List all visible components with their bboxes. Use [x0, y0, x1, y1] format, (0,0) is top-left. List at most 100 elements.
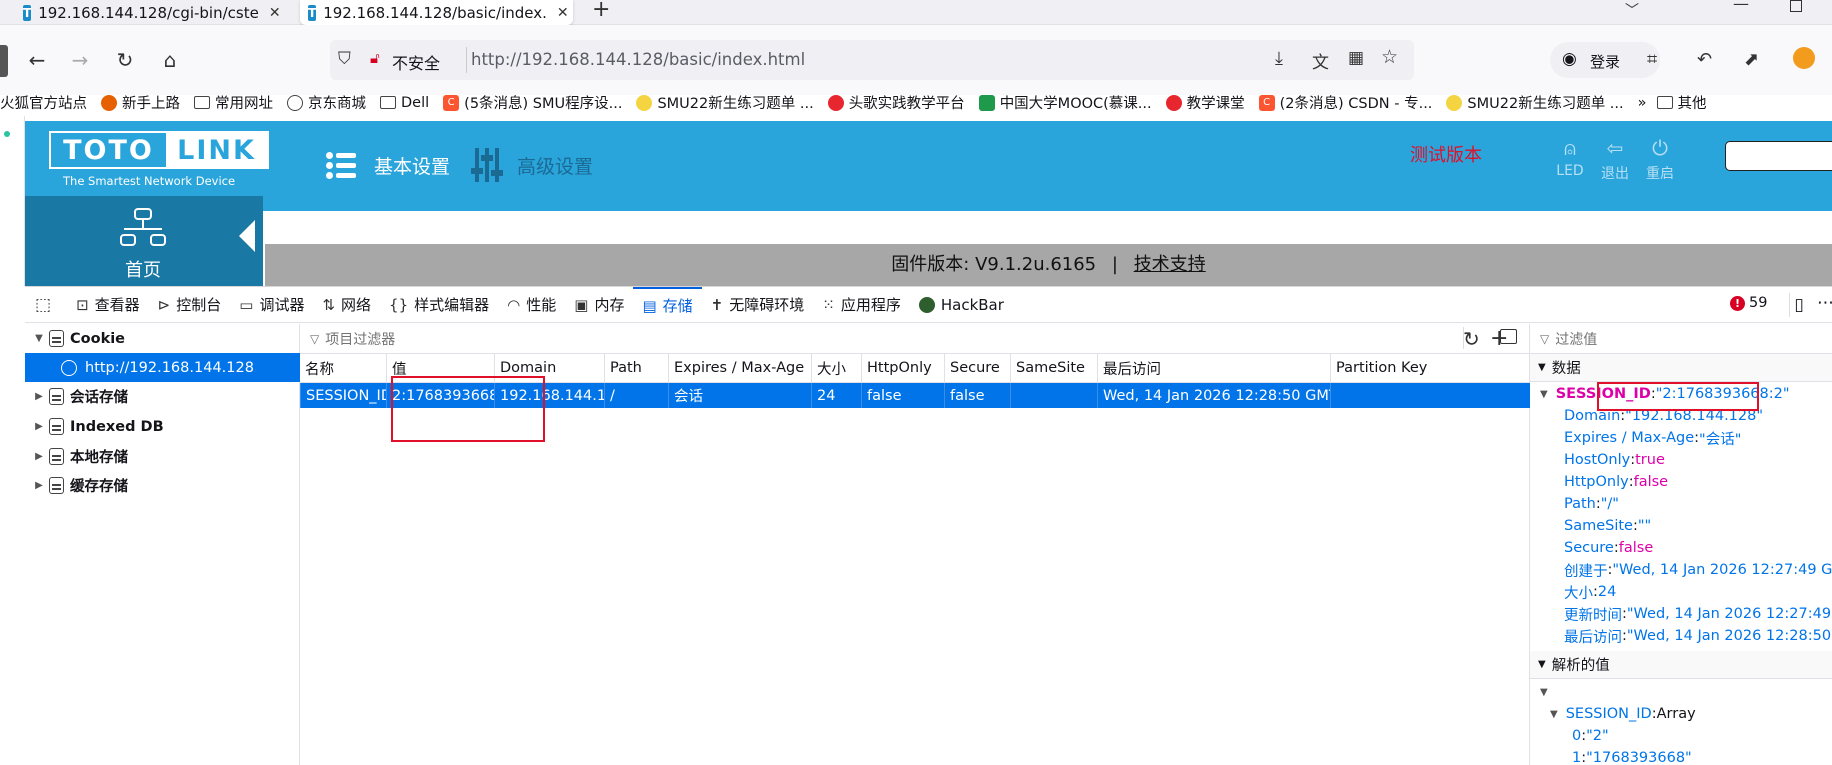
security-label[interactable]: 不安全: [392, 50, 440, 74]
error-icon[interactable]: !: [1730, 296, 1745, 311]
forward-icon[interactable]: →: [67, 47, 93, 73]
detail-row[interactable]: 大小:24: [1564, 581, 1616, 603]
bookmark-item[interactable]: 头歌实践教学平台: [827, 92, 965, 113]
tab-inspector[interactable]: ⊡ 查看器: [67, 287, 149, 323]
browser-tab-cgi[interactable]: T 192.168.144.128/cgi-bin/cste ✕: [15, 0, 288, 25]
error-count[interactable]: 59: [1749, 295, 1767, 311]
detail-row[interactable]: HostOnly: true: [1564, 449, 1665, 471]
cell-path[interactable]: /: [604, 383, 668, 408]
bookmark-item[interactable]: SMU22新生练习题单 ...: [636, 92, 814, 113]
parsed-session-row[interactable]: ▼ SESSION_ID: Array: [1550, 703, 1696, 725]
column-header[interactable]: Partition Key: [1330, 354, 1530, 382]
collapsed-triangle-icon[interactable]: ▶: [29, 480, 49, 491]
bookmark-item[interactable]: 新手上路: [101, 92, 180, 113]
column-header[interactable]: Expires / Max-Age: [668, 354, 811, 382]
totolink-logo[interactable]: TOTO LINK The Smartest Network Device: [49, 131, 269, 193]
minimize-icon[interactable]: —: [1733, 0, 1749, 13]
parsed-item[interactable]: 0: "2": [1572, 725, 1609, 747]
more-options-icon[interactable]: ⋯: [1817, 293, 1832, 313]
tab-memory[interactable]: ▣ 内存: [565, 287, 633, 323]
expanded-triangle-icon[interactable]: ▼: [1538, 659, 1546, 670]
tree-indexed-db[interactable]: ▶ Indexed DB: [25, 412, 300, 441]
bookmark-item[interactable]: 教学课堂: [1165, 92, 1245, 113]
detail-row[interactable]: 最后访问:"Wed, 14 Jan 2026 12:28:50 GMT": [1564, 625, 1832, 647]
bookmark-item[interactable]: C (2条消息) CSDN - 专...: [1258, 92, 1432, 113]
tech-support-link[interactable]: 技术支持: [1134, 254, 1206, 275]
detail-row[interactable]: 更新时间:"Wed, 14 Jan 2026 12:27:49 GMT": [1564, 603, 1832, 625]
restore-icon[interactable]: [1790, 0, 1802, 12]
tab-performance[interactable]: ◠ 性能: [498, 287, 565, 323]
reboot-button[interactable]: ⏻ 重启: [1645, 136, 1675, 196]
reload-icon[interactable]: ↻: [112, 47, 138, 73]
home-menu-item[interactable]: 首页: [25, 196, 263, 286]
column-header[interactable]: 名称: [300, 354, 386, 382]
extension-icon[interactable]: ⬈: [1744, 49, 1759, 70]
bookmark-item[interactable]: 常用网址: [194, 92, 273, 113]
expanded-triangle-icon[interactable]: ▼: [29, 333, 49, 344]
detail-row[interactable]: Path: "/": [1564, 493, 1619, 515]
bookmark-item[interactable]: 中国大学MOOC(慕课...: [978, 92, 1152, 113]
expanded-triangle-icon[interactable]: ▼: [1540, 389, 1548, 400]
undo-icon[interactable]: ↶: [1697, 49, 1712, 70]
value-filter-input[interactable]: ▽ 过滤值: [1530, 324, 1832, 354]
shield-icon[interactable]: ⛉: [338, 49, 351, 69]
browser-tab-basic[interactable]: T 192.168.144.128/basic/index. ✕: [300, 0, 573, 25]
tab-network[interactable]: ⇅ 网络: [313, 287, 380, 323]
cell-samesite[interactable]: [1010, 383, 1097, 408]
cell-size[interactable]: 24: [811, 383, 861, 408]
tree-cookie-host[interactable]: http://192.168.144.128: [25, 353, 300, 382]
detail-row[interactable]: SameSite: "": [1564, 515, 1651, 537]
collapsed-triangle-icon[interactable]: ▶: [29, 451, 49, 462]
collapsed-triangle-icon[interactable]: ▶: [29, 421, 49, 432]
refresh-icon[interactable]: ↻: [1463, 327, 1480, 351]
home-icon[interactable]: ⌂: [157, 47, 183, 73]
crop-icon[interactable]: ⌗: [1647, 49, 1657, 70]
bookmark-item[interactable]: 京东商城: [287, 92, 366, 113]
detail-row[interactable]: 创建于:"Wed, 14 Jan 2026 12:27:49 GMT": [1564, 559, 1832, 581]
fox-extension-icon[interactable]: [1793, 47, 1815, 69]
sidebar-toggle-icon[interactable]: [0, 45, 8, 77]
cell-name[interactable]: SESSION_ID: [300, 383, 386, 408]
logout-button[interactable]: ⇦ 退出: [1600, 136, 1630, 196]
sliders-icon[interactable]: [471, 148, 503, 182]
bookmark-item[interactable]: SMU22新生练习题单 ...: [1446, 92, 1624, 113]
back-icon[interactable]: ←: [24, 47, 50, 73]
detail-row[interactable]: Secure: false: [1564, 537, 1653, 559]
menu-advanced-settings[interactable]: 高级设置: [517, 152, 593, 179]
url-bar[interactable]: ⛉ 🔓︎ 不安全 http://192.168.144.128/basic/in…: [330, 40, 1414, 80]
tree-session-storage[interactable]: ▶ 会话存储: [25, 382, 300, 411]
bookmark-item[interactable]: C (5条消息) SMU程序设...: [443, 92, 622, 113]
parsed-item[interactable]: 1: "1768393668": [1572, 747, 1692, 765]
toggle-sidebar-icon[interactable]: [1500, 329, 1517, 344]
column-header[interactable]: SameSite: [1010, 354, 1097, 382]
column-header[interactable]: Secure: [944, 354, 1010, 382]
download-icon[interactable]: ⤓: [1275, 48, 1283, 69]
tree-local-storage[interactable]: ▶ 本地存储: [25, 442, 300, 471]
collapsed-triangle-icon[interactable]: ▶: [29, 391, 49, 402]
list-menu-icon[interactable]: [326, 152, 356, 179]
cell-secure[interactable]: false: [944, 383, 1010, 408]
bookmark-item[interactable]: 其他: [1656, 92, 1707, 113]
cell-partition-key[interactable]: [1330, 383, 1530, 408]
close-tab-icon[interactable]: ✕: [259, 5, 281, 21]
cell-expires[interactable]: 会话: [668, 383, 811, 408]
tab-list-chevron-icon[interactable]: ﹀: [1625, 0, 1639, 20]
item-filter-input[interactable]: ▽ 项目过滤器 +: [300, 324, 1530, 354]
tab-console[interactable]: ⊳ 控制台: [149, 287, 231, 323]
tab-hackbar[interactable]: HackBar: [910, 287, 1013, 323]
close-tab-icon[interactable]: ✕: [547, 5, 569, 21]
parsed-section-header[interactable]: ▼ 解析的值: [1530, 651, 1832, 679]
site-search-input[interactable]: [1725, 141, 1832, 171]
detail-row[interactable]: HttpOnly: false: [1564, 471, 1668, 493]
tab-accessibility[interactable]: ✝ 无障碍环境: [702, 287, 814, 323]
detail-row[interactable]: Expires / Max-Age: "会话": [1564, 427, 1741, 449]
column-header[interactable]: Path: [604, 354, 668, 382]
expanded-triangle-icon[interactable]: ▼: [1550, 709, 1558, 720]
element-picker-icon[interactable]: ⬚: [25, 287, 67, 323]
led-button[interactable]: ⍝ LED: [1555, 136, 1585, 196]
tree-cache-storage[interactable]: ▶ 缓存存储: [25, 471, 300, 500]
column-header[interactable]: 大小: [811, 354, 861, 382]
column-header[interactable]: HttpOnly: [861, 354, 944, 382]
bookmark-star-icon[interactable]: ☆: [1381, 46, 1398, 68]
tab-storage[interactable]: ▤ 存储: [633, 286, 702, 323]
